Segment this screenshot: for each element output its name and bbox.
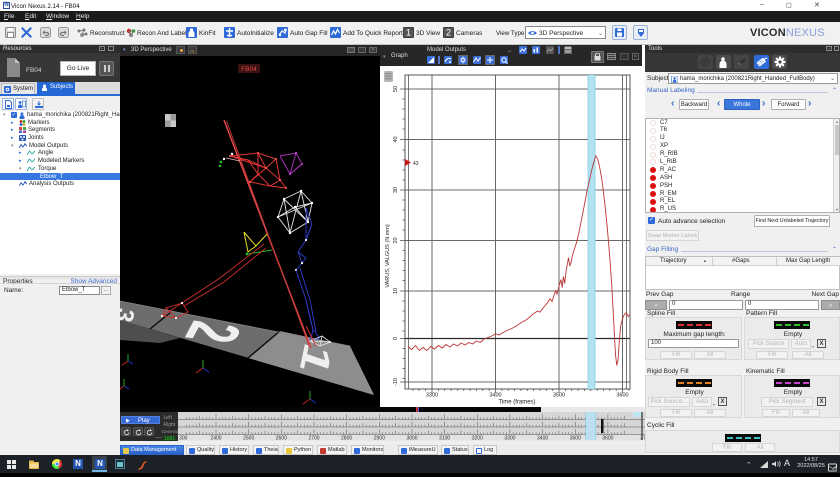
svg-text:2500: 2500 [243, 436, 254, 441]
svg-text:3500: 3500 [553, 393, 565, 399]
svg-text:43: 43 [413, 161, 419, 167]
svg-text:40: 40 [393, 136, 399, 142]
svg-text:3400: 3400 [537, 436, 548, 441]
svg-text:300: 300 [179, 436, 188, 441]
svg-text:3300: 3300 [426, 393, 438, 399]
svg-text:3600: 3600 [616, 393, 628, 399]
svg-text:2700: 2700 [308, 436, 319, 441]
svg-text:3000: 3000 [406, 436, 417, 441]
svg-text:FB04: FB04 [241, 66, 257, 73]
svg-text:Time (frames): Time (frames) [498, 400, 535, 406]
svg-text:3600: 3600 [602, 436, 613, 441]
svg-text:20: 20 [393, 237, 399, 243]
svg-text:VARUS, VALGUS (N.mm): VARUS, VALGUS (N.mm) [385, 224, 391, 288]
svg-text:2600: 2600 [276, 436, 287, 441]
svg-text:30: 30 [393, 187, 399, 193]
svg-text:2: 2 [446, 28, 451, 38]
svg-text:0: 0 [393, 337, 399, 340]
svg-text:1: 1 [406, 28, 411, 38]
svg-text:3100: 3100 [439, 436, 450, 441]
svg-text:3300: 3300 [504, 436, 515, 441]
svg-text:10: 10 [393, 288, 399, 294]
svg-text:3400: 3400 [489, 393, 501, 399]
svg-text:2900: 2900 [374, 436, 385, 441]
svg-text:3500: 3500 [570, 436, 581, 441]
svg-text:-10: -10 [393, 378, 399, 386]
svg-text:50: 50 [393, 86, 399, 92]
svg-text:37: 37 [640, 436, 645, 441]
svg-text:2400: 2400 [210, 436, 221, 441]
svg-text:3200: 3200 [472, 436, 483, 441]
svg-text:2800: 2800 [341, 436, 352, 441]
